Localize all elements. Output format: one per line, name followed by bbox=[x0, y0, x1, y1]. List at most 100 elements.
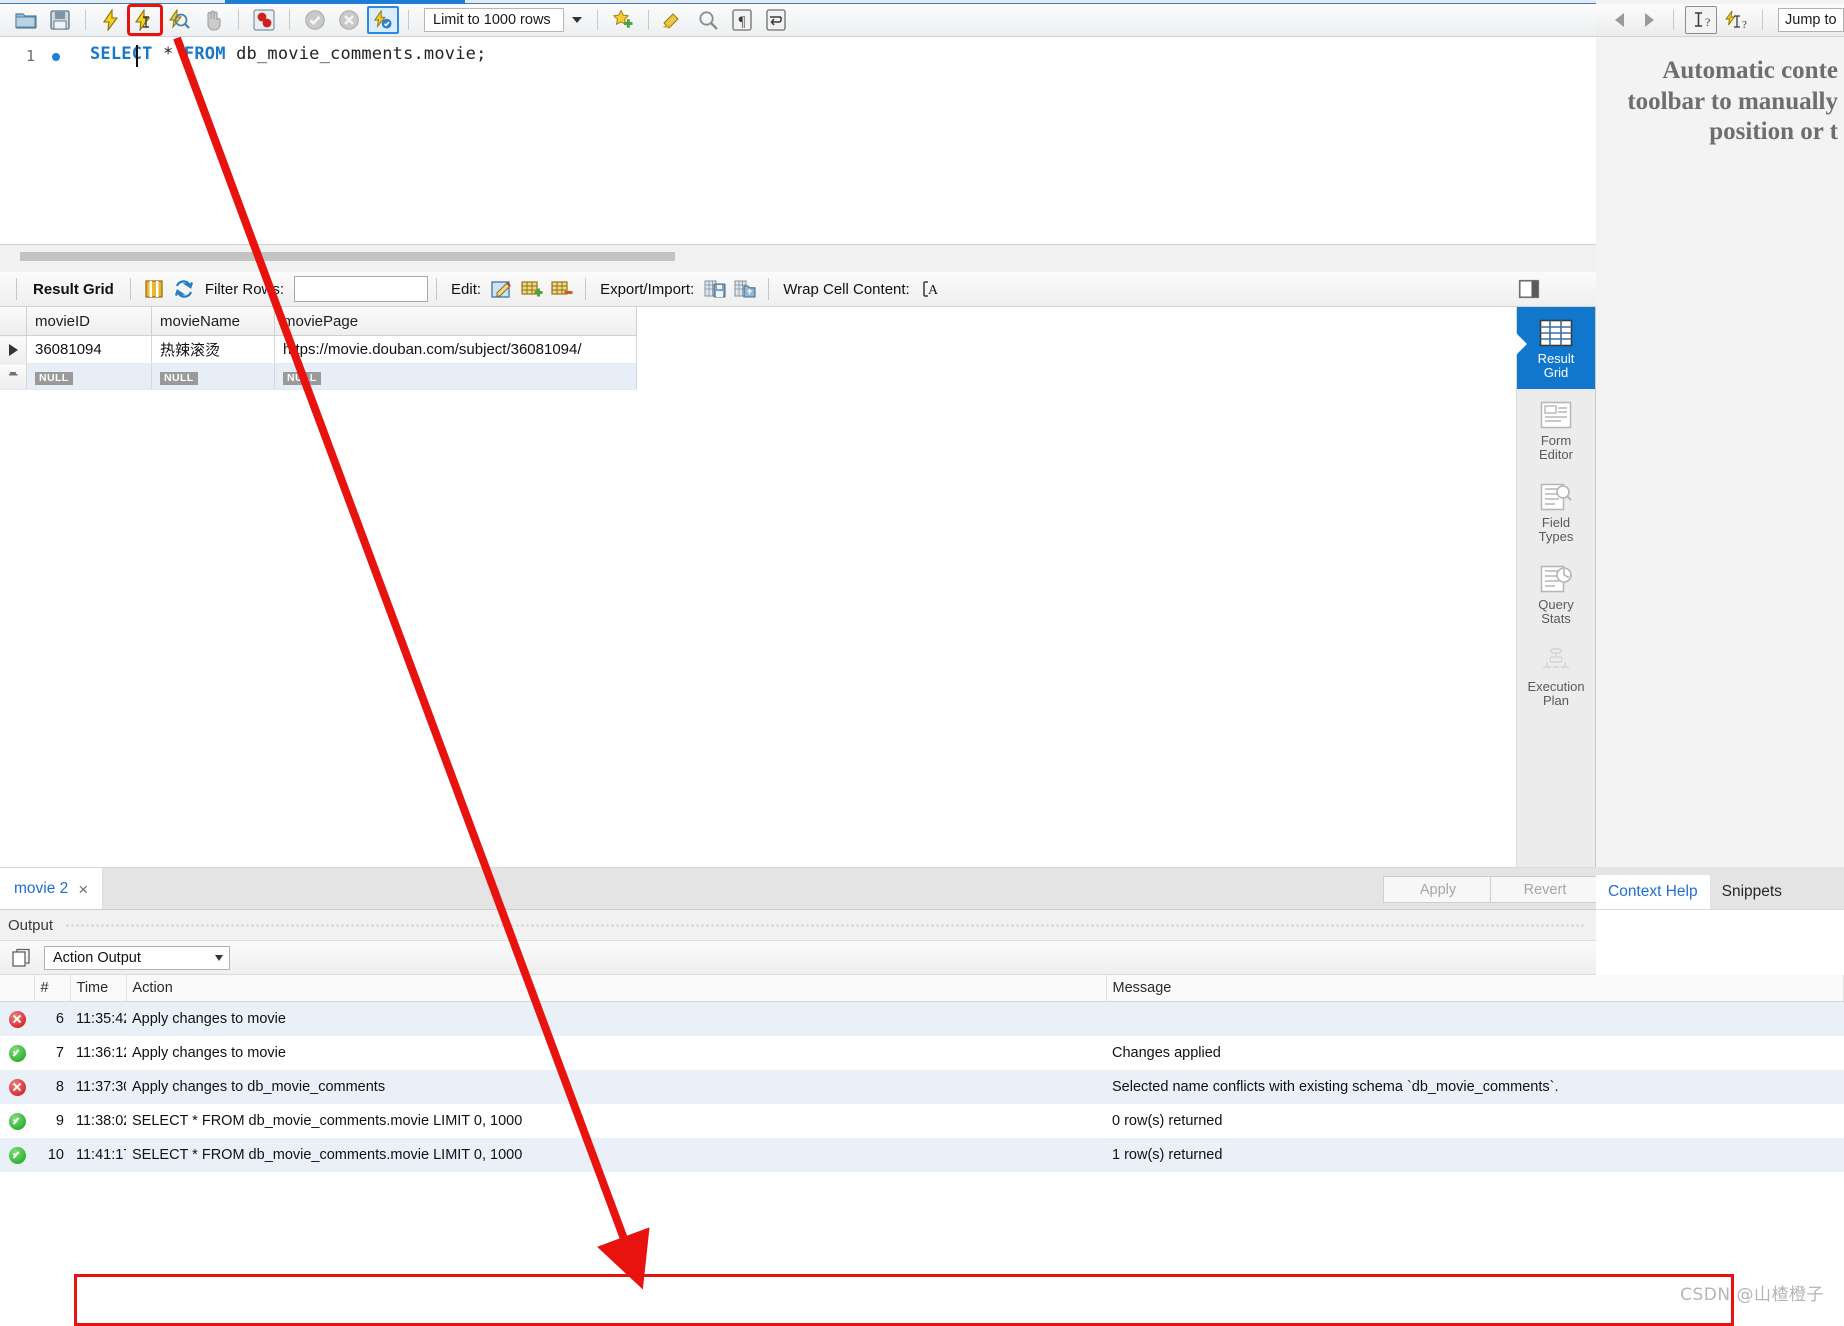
sidebar-item-execution-plan[interactable]: Execution Plan bbox=[1517, 635, 1595, 717]
row-selector[interactable] bbox=[0, 335, 27, 364]
rail-label: Editor bbox=[1539, 447, 1573, 462]
commit-icon[interactable] bbox=[299, 6, 331, 34]
svg-text:¶: ¶ bbox=[739, 14, 746, 30]
toolbar-separator bbox=[129, 278, 131, 300]
beautify-query-icon[interactable] bbox=[658, 6, 690, 34]
chevron-down-icon bbox=[215, 954, 223, 961]
output-row[interactable]: 7 11:36:12 Apply changes to movie Change… bbox=[0, 1036, 1844, 1070]
horizontal-scrollbar[interactable] bbox=[20, 252, 675, 261]
text-caret bbox=[136, 45, 138, 67]
output-message bbox=[1106, 1001, 1844, 1036]
cell-moviepage[interactable]: https://movie.douban.com/subject/3608109… bbox=[274, 335, 637, 364]
toggle-invisible-chars-icon[interactable]: ¶ bbox=[726, 6, 758, 34]
import-recordset-icon[interactable] bbox=[730, 276, 760, 302]
add-snippet-icon[interactable] bbox=[607, 6, 639, 34]
output-type-select[interactable]: Action Output bbox=[44, 945, 230, 970]
sql-editor-toolbar: Limit to 1000 rows ¶ bbox=[0, 4, 1596, 37]
wrap-cell-icon[interactable]: A bbox=[916, 276, 946, 302]
result-action-bar: movie 2 × Apply Revert bbox=[0, 867, 1600, 910]
success-status-icon bbox=[8, 1044, 26, 1062]
toggle-sidebar-icon[interactable] bbox=[1517, 277, 1541, 301]
column-header[interactable]: movieName bbox=[151, 307, 275, 336]
table-row-new[interactable]: NULL NULL NULL bbox=[0, 363, 637, 390]
table-row[interactable]: 36081094 热辣滚烫 https://movie.douban.com/s… bbox=[0, 335, 637, 364]
new-row-selector[interactable] bbox=[0, 363, 27, 390]
toggle-autocommit-icon[interactable] bbox=[367, 6, 399, 34]
rail-label: Form bbox=[1540, 433, 1572, 448]
action-output-table: # Time Action Message 6 11:35:42 Apply c… bbox=[0, 975, 1844, 1172]
grid-view-icon[interactable] bbox=[139, 276, 169, 302]
result-grid-toolbar: Result Grid Filter Rows: Edit: Export/Im… bbox=[0, 272, 1596, 307]
sql-statement[interactable]: SELECT * FROM db_movie_comments.movie; bbox=[90, 44, 487, 64]
toggle-breakpoint-icon[interactable] bbox=[248, 6, 280, 34]
output-row[interactable]: 6 11:35:42 Apply changes to movie bbox=[0, 1001, 1844, 1036]
execute-statement-icon[interactable] bbox=[95, 6, 127, 34]
rail-label: Stats bbox=[1541, 611, 1571, 626]
export-recordset-icon[interactable] bbox=[700, 276, 730, 302]
output-action: Apply changes to db_movie_comments bbox=[126, 1070, 1106, 1104]
sidebar-item-field-types[interactable]: Field Types bbox=[1517, 471, 1595, 553]
output-row[interactable]: 9 11:38:02 SELECT * FROM db_movie_commen… bbox=[0, 1104, 1844, 1138]
tab-snippets[interactable]: Snippets bbox=[1710, 875, 1794, 909]
revert-button[interactable]: Revert bbox=[1490, 876, 1600, 903]
editor-splitter[interactable] bbox=[0, 244, 1596, 273]
cell-movieid[interactable]: 36081094 bbox=[26, 335, 152, 364]
editor-tab-movie-2[interactable]: movie 2 × bbox=[0, 868, 104, 910]
status-cell bbox=[0, 1036, 34, 1070]
cell-moviename-null[interactable]: NULL bbox=[151, 363, 275, 390]
get-help-for-statement-icon[interactable]: ? bbox=[1721, 7, 1751, 33]
execute-current-statement-icon[interactable] bbox=[127, 4, 163, 36]
tab-context-help[interactable]: Context Help bbox=[1596, 875, 1710, 909]
row-limit-select[interactable]: Limit to 1000 rows bbox=[424, 8, 564, 32]
output-row[interactable]: 8 11:37:30 Apply changes to db_movie_com… bbox=[0, 1070, 1844, 1104]
toggle-wrapping-icon[interactable] bbox=[760, 6, 792, 34]
result-grid-icon bbox=[1536, 316, 1576, 350]
rollback-icon[interactable] bbox=[333, 6, 365, 34]
delete-row-icon[interactable] bbox=[547, 276, 577, 302]
cell-movieid-null[interactable]: NULL bbox=[26, 363, 152, 390]
explain-statement-icon[interactable] bbox=[163, 6, 195, 34]
line-number: 1 bbox=[26, 47, 36, 65]
jump-to-input[interactable]: Jump to bbox=[1778, 8, 1844, 32]
status-cell bbox=[0, 1138, 34, 1172]
stop-execution-icon[interactable] bbox=[197, 6, 229, 34]
svg-text:A: A bbox=[928, 283, 939, 298]
toggle-automatic-help-icon[interactable]: ? bbox=[1685, 6, 1717, 34]
output-row[interactable]: 10 11:41:17 SELECT * FROM db_movie_comme… bbox=[0, 1138, 1844, 1172]
open-sql-script-icon[interactable] bbox=[10, 6, 42, 34]
column-header[interactable]: moviePage bbox=[274, 307, 637, 336]
context-help-line: position or t bbox=[1709, 118, 1838, 145]
cell-moviepage-null[interactable]: NULL bbox=[274, 363, 637, 390]
save-sql-script-icon[interactable] bbox=[44, 6, 76, 34]
insert-row-icon[interactable] bbox=[517, 276, 547, 302]
filter-rows-input[interactable] bbox=[294, 276, 429, 302]
result-grid-header-row: movieID movieName moviePage bbox=[0, 307, 637, 336]
panel-grip[interactable] bbox=[65, 922, 1586, 928]
help-forward-icon[interactable] bbox=[1636, 8, 1662, 32]
result-grid[interactable]: movieID movieName moviePage 36081094 热辣滚… bbox=[0, 307, 1300, 867]
sql-text-area[interactable]: 1 SELECT * FROM db_movie_comments.movie; bbox=[0, 37, 1596, 244]
current-row-arrow-icon bbox=[8, 343, 18, 356]
context-help-body: Automatic conte toolbar to manually posi… bbox=[1596, 48, 1844, 148]
close-icon[interactable]: × bbox=[78, 881, 88, 898]
rail-label: Field bbox=[1541, 515, 1571, 530]
cell-moviename[interactable]: 热辣滚烫 bbox=[151, 335, 275, 364]
action-output-grid[interactable]: # Time Action Message 6 11:35:42 Apply c… bbox=[0, 975, 1844, 1317]
output-num: 7 bbox=[34, 1036, 70, 1070]
sidebar-item-form-editor[interactable]: Form Editor bbox=[1517, 389, 1595, 471]
row-limit-caret-icon[interactable] bbox=[566, 8, 588, 32]
edit-cell-icon[interactable] bbox=[487, 276, 517, 302]
column-header[interactable]: movieID bbox=[26, 307, 152, 336]
context-help-toolbar: ? ? Jump to bbox=[1596, 4, 1844, 37]
sidebar-item-result-grid[interactable]: Result Grid bbox=[1517, 307, 1595, 389]
refresh-icon[interactable] bbox=[169, 276, 199, 302]
output-message: Changes applied bbox=[1106, 1036, 1844, 1070]
status-cell bbox=[0, 1104, 34, 1138]
apply-button[interactable]: Apply bbox=[1383, 876, 1493, 903]
find-icon[interactable] bbox=[692, 6, 724, 34]
sidebar-item-query-stats[interactable]: Query Stats bbox=[1517, 553, 1595, 635]
result-grid-label: Result Grid bbox=[33, 280, 114, 298]
toolbar-separator bbox=[768, 278, 770, 300]
help-back-icon[interactable] bbox=[1606, 8, 1632, 32]
toolbar-separator bbox=[436, 278, 438, 300]
